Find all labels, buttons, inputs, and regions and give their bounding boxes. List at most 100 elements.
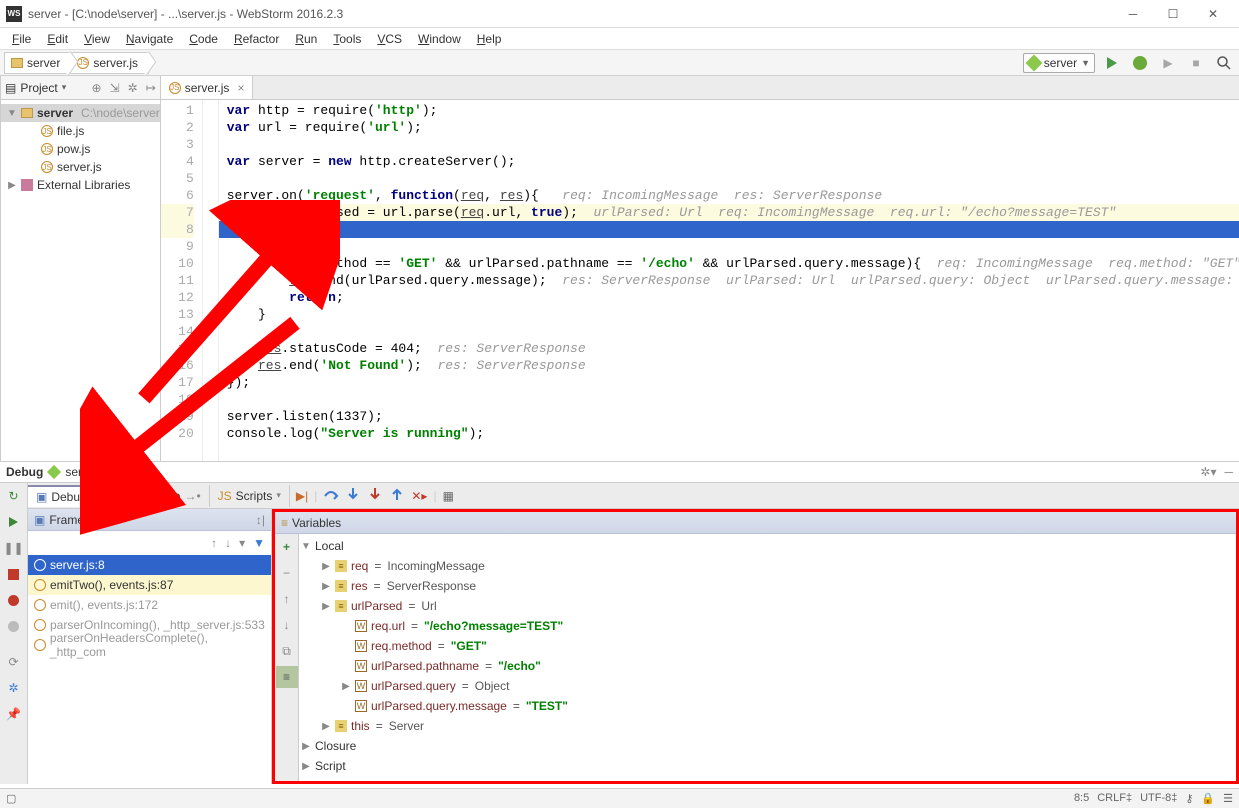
code-line[interactable]: var server = new http.createServer();: [219, 153, 1239, 170]
restore-layout-button[interactable]: ⟳: [3, 651, 25, 673]
remove-watch-button[interactable]: −: [276, 562, 298, 584]
code-editor[interactable]: 1234567891011121314151617181920 var http…: [161, 100, 1239, 461]
expand-arrow-icon[interactable]: ▶: [321, 601, 331, 612]
filter-frames-button[interactable]: ▼: [253, 536, 265, 550]
variable-scope[interactable]: ▶Closure: [299, 736, 1236, 756]
code-line[interactable]: debugger;: [219, 221, 1239, 238]
tree-file[interactable]: JSpow.js: [1, 140, 160, 158]
menu-view[interactable]: View: [76, 30, 118, 48]
code-line[interactable]: server.on('request', function(req, res){…: [219, 187, 1239, 204]
next-frame-button[interactable]: ↓: [225, 536, 231, 550]
project-tree[interactable]: ▼ server C:\node\server JSfile.jsJSpow.j…: [1, 100, 160, 198]
scripts-tab[interactable]: JS Scripts ▾: [210, 485, 290, 507]
search-everywhere-button[interactable]: [1213, 52, 1235, 74]
maximize-button[interactable]: ☐: [1153, 2, 1193, 26]
gear-icon[interactable]: ✲: [128, 81, 138, 95]
breadcrumb-root[interactable]: server: [4, 52, 71, 74]
variable-row[interactable]: ▶≡res=ServerResponse: [299, 576, 1236, 596]
stop-button[interactable]: ■: [1185, 52, 1207, 74]
code-line[interactable]: [219, 323, 1239, 340]
code-line[interactable]: }: [219, 306, 1239, 323]
code-line[interactable]: [219, 238, 1239, 255]
minimize-button[interactable]: ─: [1113, 2, 1153, 26]
move-watch-down-button[interactable]: ↓: [276, 614, 298, 636]
code-line[interactable]: if (req.method == 'GET' && urlParsed.pat…: [219, 255, 1239, 272]
menu-run[interactable]: Run: [287, 30, 325, 48]
thread-dropdown-icon[interactable]: ↕|: [256, 513, 265, 527]
variable-scope-local[interactable]: ▼Local: [299, 536, 1236, 556]
code-line[interactable]: [219, 391, 1239, 408]
code-line[interactable]: console.log("Server is running");: [219, 425, 1239, 442]
menu-window[interactable]: Window: [410, 30, 469, 48]
menu-edit[interactable]: Edit: [39, 30, 76, 48]
debug-button[interactable]: [1129, 52, 1151, 74]
editor-tab[interactable]: JS server.js ×: [161, 76, 254, 99]
code-line[interactable]: var urlParsed = url.parse(req.url, true)…: [219, 204, 1239, 221]
tree-file[interactable]: JSserver.js: [1, 158, 160, 176]
rerun-button[interactable]: ↻: [3, 485, 25, 507]
variable-row[interactable]: ▶≡req=IncomingMessage: [299, 556, 1236, 576]
tool-windows-toggle-icon[interactable]: ▢: [6, 792, 16, 805]
tree-root-folder[interactable]: ▼ server C:\node\server: [1, 104, 160, 122]
export-threads-button[interactable]: ▾: [239, 536, 245, 550]
variable-row[interactable]: Wreq.method="GET": [299, 636, 1236, 656]
variable-row[interactable]: WurlParsed.query.message="TEST": [299, 696, 1236, 716]
step-into-button[interactable]: [345, 486, 361, 505]
settings-button[interactable]: ✲: [3, 677, 25, 699]
step-over-button[interactable]: [323, 486, 339, 505]
breadcrumb-file[interactable]: JS server.js: [70, 52, 149, 74]
expand-arrow-icon[interactable]: ▶: [321, 581, 331, 592]
stack-frame[interactable]: emitTwo(), events.js:87: [28, 575, 271, 595]
menu-file[interactable]: File: [4, 30, 39, 48]
lock-icon[interactable]: 🔒: [1201, 792, 1215, 805]
code-line[interactable]: });: [219, 374, 1239, 391]
file-encoding[interactable]: UTF-8‡: [1140, 792, 1177, 805]
variable-row[interactable]: ▶WurlParsed.query=Object: [299, 676, 1236, 696]
move-watch-up-button[interactable]: ↑: [276, 588, 298, 610]
code-line[interactable]: server.listen(1337);: [219, 408, 1239, 425]
code-line[interactable]: [219, 170, 1239, 187]
expand-arrow-icon[interactable]: ▶: [321, 561, 331, 572]
menu-help[interactable]: Help: [469, 30, 510, 48]
menu-vcs[interactable]: VCS: [369, 30, 410, 48]
project-panel-title[interactable]: ▤ Project ▾: [5, 81, 66, 95]
stack-frame[interactable]: emit(), events.js:172: [28, 595, 271, 615]
step-out-button[interactable]: [389, 486, 405, 505]
code-line[interactable]: res.end('Not Found'); res: ServerRespons…: [219, 357, 1239, 374]
code-line[interactable]: res.end(urlParsed.query.message); res: S…: [219, 272, 1239, 289]
pause-button[interactable]: ❚❚: [3, 537, 25, 559]
tree-file[interactable]: JSfile.js: [1, 122, 160, 140]
stack-frame[interactable]: server.js:8: [28, 555, 271, 575]
duplicate-watch-button[interactable]: ⧉: [276, 640, 298, 662]
close-tab-icon[interactable]: ×: [237, 81, 244, 95]
code-line[interactable]: return;: [219, 289, 1239, 306]
coverage-button[interactable]: ▶: [1157, 52, 1179, 74]
variable-row[interactable]: WurlParsed.pathname="/echo": [299, 656, 1236, 676]
close-button[interactable]: ✕: [1193, 2, 1233, 26]
tree-external-libraries[interactable]: ▶ External Libraries: [1, 176, 160, 194]
expand-arrow-icon[interactable]: ▶: [341, 681, 351, 692]
stop-debug-button[interactable]: [3, 563, 25, 585]
add-watch-button[interactable]: +: [276, 536, 298, 558]
line-separator[interactable]: CRLF‡: [1097, 792, 1132, 805]
menu-code[interactable]: Code: [181, 30, 226, 48]
view-breakpoints-button[interactable]: [3, 589, 25, 611]
prev-frame-button[interactable]: ↑: [211, 536, 217, 550]
variables-tree[interactable]: ▼Local▶≡req=IncomingMessage▶≡res=ServerR…: [299, 534, 1236, 781]
drop-frame-button[interactable]: ✕▸: [411, 489, 427, 503]
debugger-tab[interactable]: ▣ Debugger: [28, 485, 113, 507]
expand-arrow-icon[interactable]: ▶: [321, 721, 331, 732]
resume-button[interactable]: [3, 511, 25, 533]
variable-row[interactable]: ▶≡urlParsed=Url: [299, 596, 1236, 616]
variable-scope[interactable]: ▶Script: [299, 756, 1236, 776]
gear-icon[interactable]: ✲▾: [1200, 465, 1216, 479]
expand-arrow-icon[interactable]: ▼: [7, 108, 17, 119]
run-button[interactable]: [1101, 52, 1123, 74]
caret-position[interactable]: 8:5: [1074, 792, 1089, 805]
hide-panel-icon[interactable]: ─: [1224, 465, 1233, 479]
frames-list[interactable]: server.js:8emitTwo(), events.js:87emit()…: [28, 555, 271, 655]
code-line[interactable]: var http = require('http');: [219, 102, 1239, 119]
console-tab[interactable]: ▤ Console →•: [113, 485, 210, 507]
show-watches-button[interactable]: ≡: [276, 666, 298, 688]
code-line[interactable]: res.statusCode = 404; res: ServerRespons…: [219, 340, 1239, 357]
